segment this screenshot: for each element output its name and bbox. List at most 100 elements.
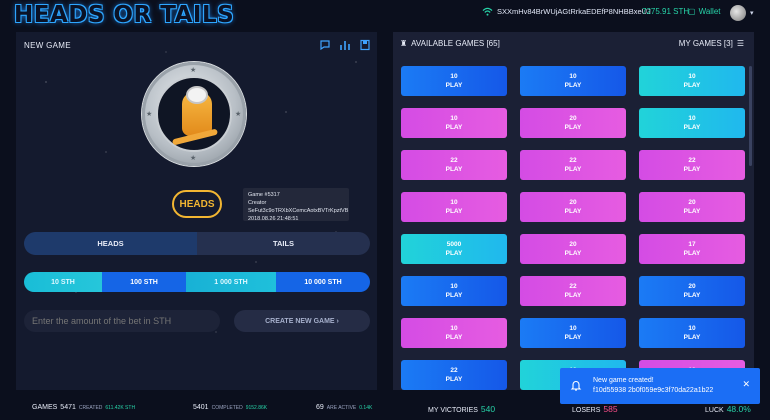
bet-amount-input[interactable]	[24, 310, 220, 332]
notification-toast: New game created! f10d55938 2b0f059e9c3f…	[560, 368, 760, 404]
amount-option-100[interactable]: 100 STH	[102, 272, 186, 292]
game-tile[interactable]: 20 PLAY	[639, 276, 745, 306]
game-tile-play-label: PLAY	[683, 124, 701, 131]
game-tile[interactable]: 5000 PLAY	[401, 234, 507, 264]
games-value: 5471	[60, 404, 76, 411]
side-toggle: HEADS TAILS	[24, 232, 370, 255]
coin-face	[156, 76, 232, 152]
chevron-down-icon[interactable]: ▾	[750, 9, 754, 17]
game-tiles-grid: 10 PLAY 10 PLAY 10 PLAY 10 PLAY 20 PLAY 10 PLAY 22 PL…	[401, 66, 746, 390]
balance: 7275.91 STH	[642, 7, 690, 16]
wallet-icon: ▢	[688, 7, 696, 16]
game-tile-play-label: PLAY	[683, 292, 701, 299]
coin-star-icon: ★	[146, 111, 153, 118]
game-tile[interactable]: 10 PLAY	[639, 66, 745, 96]
game-tile[interactable]: 10 PLAY	[401, 108, 507, 138]
victories-value: 540	[480, 404, 496, 414]
game-tile-amount: 5000	[446, 241, 462, 248]
game-tile[interactable]: 22 PLAY	[639, 150, 745, 180]
wallet-label: Wallet	[698, 7, 721, 16]
amount-option-1000[interactable]: 1 000 STH	[186, 272, 276, 292]
game-tile[interactable]: 10 PLAY	[401, 192, 507, 222]
luck-label: LUCK	[705, 407, 724, 414]
game-tile[interactable]: 20 PLAY	[520, 234, 626, 264]
heads-option[interactable]: HEADS	[24, 232, 197, 255]
game-tile-play-label: PLAY	[445, 376, 463, 383]
created-value: 611.42K STH	[105, 405, 136, 411]
chevron-right-icon: ›	[334, 317, 339, 325]
toast-title: New game created!	[593, 377, 654, 384]
active-value: 69	[316, 404, 324, 411]
game-tile-amount: 22	[450, 157, 458, 164]
wallet-button[interactable]: ▢ Wallet	[688, 7, 721, 16]
game-tile[interactable]: 10 PLAY	[639, 318, 745, 348]
available-games-panel: ♜ AVAILABLE GAMES [65] MY GAMES [3] ☰ 10…	[393, 32, 754, 390]
tails-option[interactable]: TAILS	[197, 232, 370, 255]
amount-option-10000[interactable]: 10 000 STH	[276, 272, 370, 292]
astronaut-helmet	[186, 86, 208, 104]
game-tile-amount: 10	[450, 283, 458, 290]
stat-active: 69 ARE ACTIVE 0.14K	[316, 404, 372, 411]
game-tile-amount: 20	[569, 241, 577, 248]
close-icon[interactable]: ✕	[742, 379, 750, 390]
game-tile[interactable]: 22 PLAY	[520, 150, 626, 180]
active-label: ARE ACTIVE	[326, 405, 357, 411]
tooltip-game-id: Game #5317	[248, 192, 280, 198]
tooltip-date: 2018.08.26 21:48:51	[248, 216, 299, 222]
my-games-label: MY GAMES [3]	[678, 39, 733, 48]
coin-star-icon: ★	[190, 155, 197, 162]
game-tile[interactable]: 10 PLAY	[639, 108, 745, 138]
stat-victories: MY VICTORIES 540	[428, 404, 495, 414]
game-tile-amount: 10	[569, 73, 577, 80]
available-games-label: AVAILABLE GAMES [65]	[411, 39, 500, 48]
completed-value: 5401	[193, 404, 209, 411]
my-games-button[interactable]: MY GAMES [3] ☰	[679, 39, 744, 48]
game-tile[interactable]: 10 PLAY	[401, 66, 507, 96]
panel-icons	[319, 39, 371, 51]
avatar[interactable]	[730, 5, 746, 21]
completed-amount: 9152.86K	[245, 405, 268, 411]
game-tile-amount: 10	[450, 199, 458, 206]
new-game-panel: NEW GAME ★ ★ ★ ★ HEADS Game #5317 Creato…	[16, 32, 377, 390]
victories-label: MY VICTORIES	[428, 407, 478, 414]
game-tile-play-label: PLAY	[564, 124, 582, 131]
game-tile[interactable]: 10 PLAY	[520, 66, 626, 96]
game-tile[interactable]: 10 PLAY	[401, 318, 507, 348]
save-icon[interactable]	[359, 39, 371, 51]
available-games-header: ♜ AVAILABLE GAMES [65]	[400, 39, 500, 48]
toast-message: New game created! f10d55938 2b0f059e9c3f…	[593, 376, 713, 396]
game-tile-play-label: PLAY	[683, 82, 701, 89]
game-tile[interactable]: 17 PLAY	[639, 234, 745, 264]
game-tile-play-label: PLAY	[564, 334, 582, 341]
game-tile-play-label: PLAY	[445, 334, 463, 341]
app-logo[interactable]: HEADS OR TAILS	[14, 2, 234, 28]
game-tile[interactable]: 22 PLAY	[520, 276, 626, 306]
luck-value: 48.0%	[726, 404, 751, 414]
completed-label: COMPLETED	[211, 405, 243, 411]
amount-options: 10 STH 100 STH 1 000 STH 10 000 STH	[24, 272, 370, 292]
scrollbar[interactable]	[749, 66, 752, 166]
game-tile-amount: 10	[450, 115, 458, 122]
game-tile-play-label: PLAY	[564, 292, 582, 299]
stats-icon[interactable]	[339, 39, 351, 51]
game-tile-amount: 10	[450, 73, 458, 80]
game-tile[interactable]: 22 PLAY	[401, 360, 507, 390]
game-tile-amount: 10	[688, 73, 696, 80]
chat-icon[interactable]	[319, 39, 331, 51]
losers-value: 585	[603, 404, 618, 414]
game-tile-play-label: PLAY	[445, 208, 463, 215]
amount-option-10[interactable]: 10 STH	[24, 272, 102, 292]
game-tile[interactable]: 20 PLAY	[520, 192, 626, 222]
wallet-address: SXXmHv84BrWUjAGtRrkaEDEfP8NHBBxeUJ	[482, 7, 651, 16]
game-tile[interactable]: 20 PLAY	[520, 108, 626, 138]
coin-star-icon: ★	[235, 111, 242, 118]
game-tile[interactable]: 10 PLAY	[520, 318, 626, 348]
connection-icon	[482, 7, 493, 16]
game-tile[interactable]: 20 PLAY	[639, 192, 745, 222]
create-game-button[interactable]: CREATE NEW GAME ›	[234, 310, 370, 332]
game-tile[interactable]: 10 PLAY	[401, 276, 507, 306]
game-tile-play-label: PLAY	[564, 166, 582, 173]
active-amount: 0.14K	[359, 405, 373, 411]
game-tile-play-label: PLAY	[445, 82, 463, 89]
game-tile[interactable]: 22 PLAY	[401, 150, 507, 180]
